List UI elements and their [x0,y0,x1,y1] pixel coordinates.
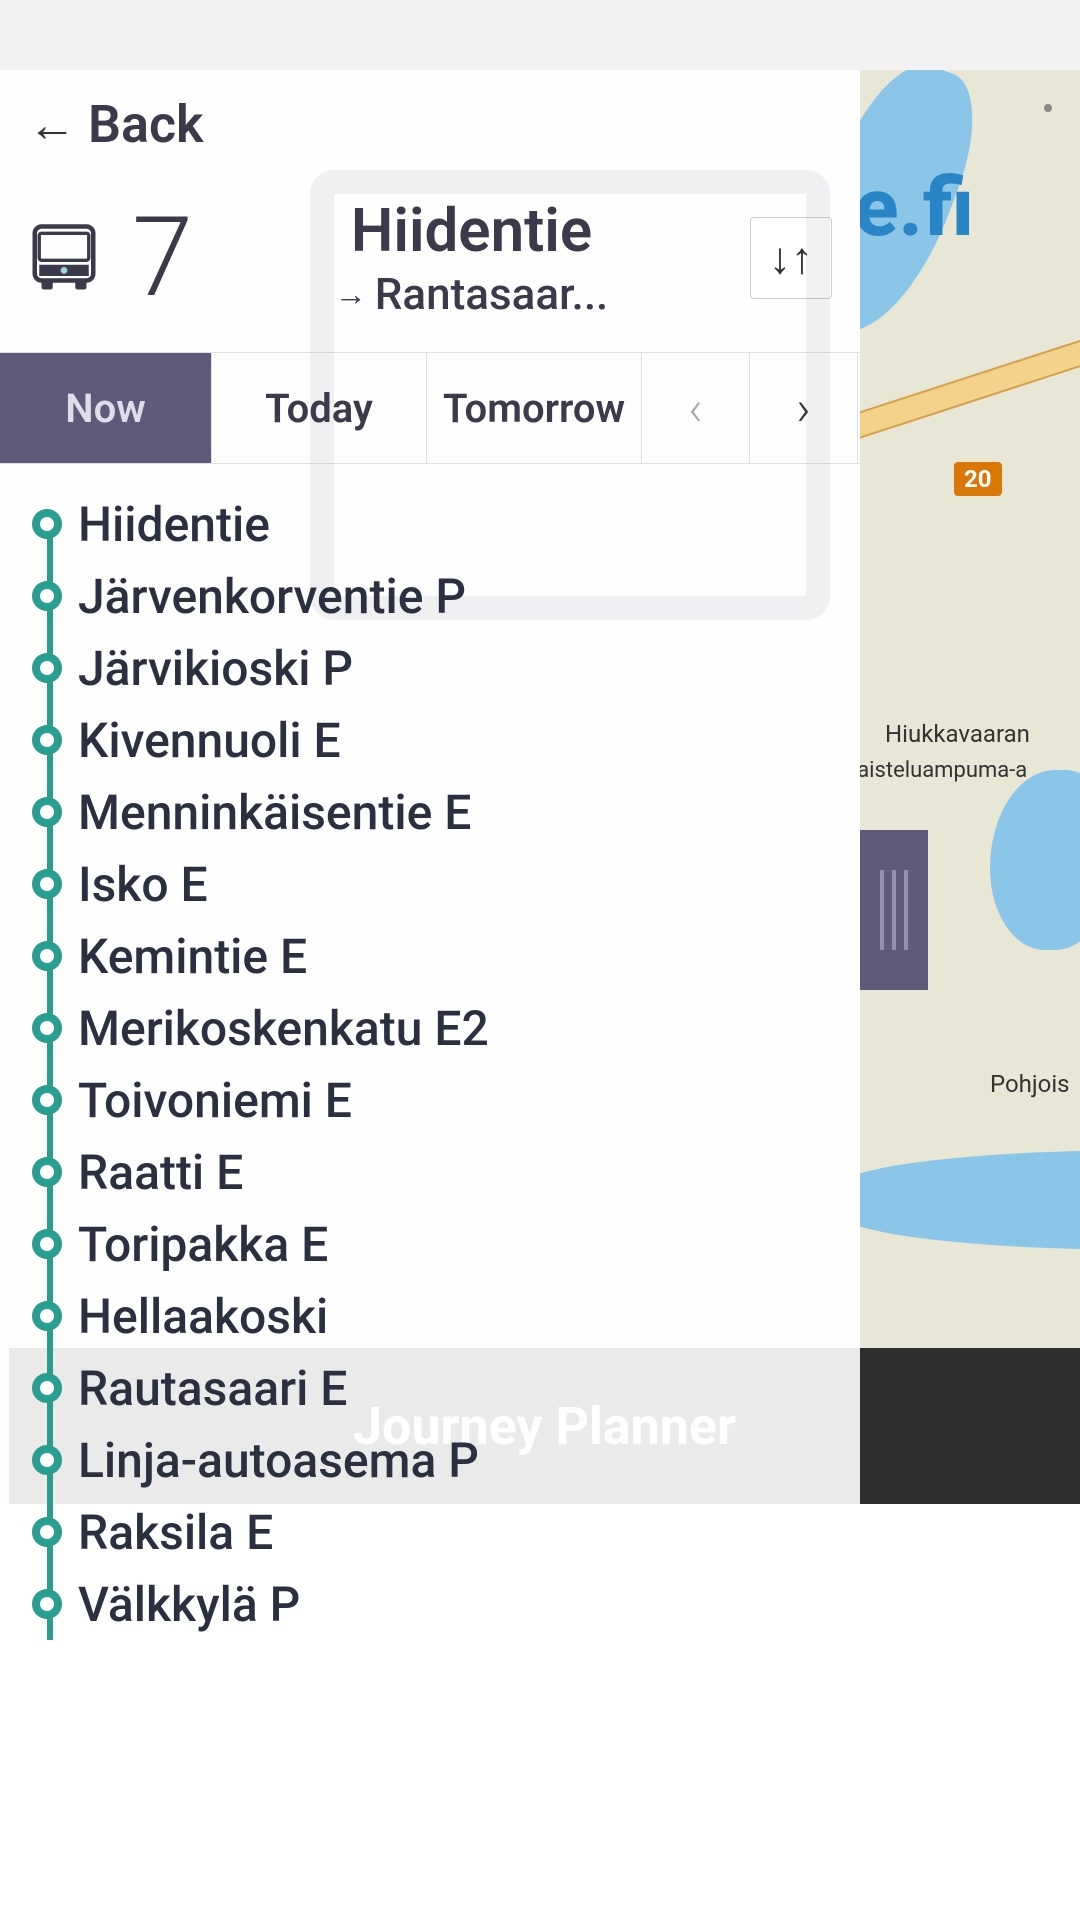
stop-item[interactable]: Järvenkorventie P [32,560,860,632]
stop-circle-icon [32,509,62,539]
stop-name: Menninkäisentie E [78,784,471,841]
panel-drag-handle[interactable] [860,830,928,990]
stop-name: Järvenkorventie P [78,568,466,625]
back-label: Back [88,94,204,155]
map-label: taisteluampuma-a [860,758,1027,783]
stop-circle-icon [32,1013,62,1043]
stop-circle-icon [32,1373,62,1403]
stop-item[interactable]: Linja-autoasema P [32,1424,860,1496]
stop-circle-icon [32,581,62,611]
stop-item[interactable]: Kemintie E [32,920,860,992]
stop-circle-icon [32,941,62,971]
stop-name: Järvikioski P [78,640,353,697]
stop-circle-icon [32,1157,62,1187]
stop-name: Toripakka E [78,1216,328,1273]
drag-handle-icon [880,870,908,950]
stop-item[interactable]: Toripakka E [32,1208,860,1280]
stop-name: Hiidentie [78,496,270,553]
stop-item[interactable]: Välkkylä P [32,1568,860,1640]
stop-circle-icon [32,1229,62,1259]
stop-item[interactable]: Rautasaari E [32,1352,860,1424]
stop-name: Raatti E [78,1144,243,1201]
stop-circle-icon [32,869,62,899]
map-label: Pohjois [990,1070,1070,1098]
stop-item[interactable]: Kivennuoli E [32,704,860,776]
stop-name: Hellaakoski [78,1288,328,1345]
stop-name: Merikoskenkatu E2 [78,1000,489,1057]
back-arrow-icon: ← [28,101,76,149]
stop-circle-icon [32,797,62,827]
stop-circle-icon [32,725,62,755]
stop-name: Isko E [78,856,208,913]
tab-now[interactable]: Now [0,353,212,463]
stop-item[interactable]: Merikoskenkatu E2 [32,992,860,1064]
stop-circle-icon [32,1517,62,1547]
route-panel: ← Back 7 Hiidentie → Rant [0,70,860,1746]
stop-name: Kivennuoli E [78,712,341,769]
stop-item[interactable]: Hellaakoski [32,1280,860,1352]
stop-item[interactable]: Menninkäisentie E [32,776,860,848]
stops-list: Hiidentie Järvenkorventie P Järvikioski P K… [0,464,860,1640]
stop-circle-icon [32,1589,62,1619]
stop-item[interactable]: Raksila E [32,1496,860,1568]
route-number: 7 [132,203,193,313]
back-button[interactable]: ← Back [0,70,860,179]
stop-name: Kemintie E [78,928,307,985]
stop-circle-icon [32,1085,62,1115]
stop-name: Rautasaari E [78,1360,347,1417]
stop-item[interactable]: Isko E [32,848,860,920]
map-marker [1044,104,1052,112]
stop-item[interactable]: Toivoniemi E [32,1064,860,1136]
stop-item[interactable]: Järvikioski P [32,632,860,704]
stop-name: Linja-autoasema P [78,1432,479,1489]
brand-fragment: e.fi [860,160,974,256]
stop-name: Välkkylä P [78,1576,300,1633]
stop-item[interactable]: Raatti E [32,1136,860,1208]
stop-circle-icon [32,1301,62,1331]
stop-circle-icon [32,1445,62,1475]
stop-name: Raksila E [78,1504,273,1561]
road-number-badge: 20 [954,462,1002,496]
map-label: Hiukkavaaran [885,720,1030,748]
stop-circle-icon [32,653,62,683]
bus-icon [28,222,100,294]
stop-name: Toivoniemi E [78,1072,352,1129]
stop-item[interactable]: Hiidentie [32,488,860,560]
